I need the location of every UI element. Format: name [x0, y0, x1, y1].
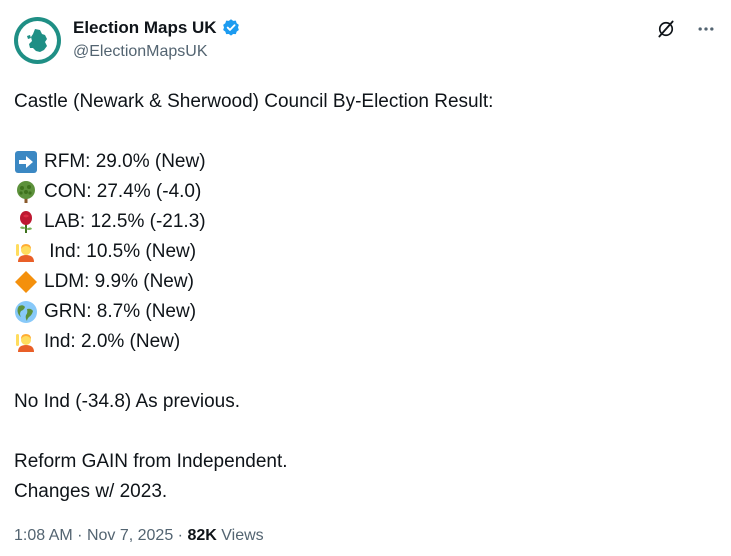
meta-separator: · — [77, 527, 83, 544]
result-text: Ind: 10.5% (New) — [44, 241, 197, 262]
result-line: LDM: 9.9% (New) — [14, 267, 714, 297]
headline: Castle (Newark & Sherwood) Council By-El… — [14, 91, 494, 112]
arrow-right-emoji — [14, 150, 38, 174]
result-text: GRN: 8.7% (New) — [44, 301, 197, 322]
more-icon[interactable] — [695, 18, 717, 40]
person-raising-hand-emoji — [14, 330, 38, 354]
orange-diamond-emoji — [14, 270, 38, 294]
tree-emoji — [14, 180, 38, 204]
note-text: No Ind (-34.8) As previous. — [14, 391, 240, 412]
tweet-time[interactable]: 1:08 AM — [14, 527, 73, 544]
tweet-meta: 1:08 AM · Nov 7, 2025 · 82K Views — [14, 527, 264, 545]
result-line: Ind: 2.0% (New) — [14, 327, 714, 357]
gain-text: Reform GAIN from Independent. — [14, 451, 288, 472]
result-line: GRN: 8.7% (New) — [14, 297, 714, 327]
result-text: Ind: 2.0% (New) — [44, 331, 181, 352]
display-name[interactable]: Election Maps UK — [73, 18, 217, 38]
meta-separator: · — [177, 527, 183, 544]
rose-emoji — [14, 210, 38, 234]
result-text: LDM: 9.9% (New) — [44, 271, 194, 292]
result-line: LAB: 12.5% (-21.3) — [14, 207, 714, 237]
tweet-date[interactable]: Nov 7, 2025 — [87, 527, 173, 544]
result-text: CON: 27.4% (-4.0) — [44, 181, 202, 202]
result-line: RFM: 29.0% (New) — [14, 147, 714, 177]
author-name-row[interactable]: Election Maps UK — [73, 18, 241, 38]
handle[interactable]: @ElectionMapsUK — [73, 43, 208, 61]
globe-emoji — [14, 300, 38, 324]
result-text: RFM: 29.0% (New) — [44, 151, 206, 172]
person-raising-hand-emoji — [14, 240, 38, 264]
result-line: Ind: 10.5% (New) — [14, 237, 714, 267]
map-logo-icon — [18, 21, 57, 60]
views-label: Views — [221, 527, 264, 544]
result-text: LAB: 12.5% (-21.3) — [44, 211, 206, 232]
avatar[interactable] — [14, 17, 61, 64]
views-count[interactable]: 82K — [187, 527, 216, 544]
result-line: CON: 27.4% (-4.0) — [14, 177, 714, 207]
tweet-text: Castle (Newark & Sherwood) Council By-El… — [14, 87, 714, 507]
grok-icon[interactable] — [655, 18, 677, 40]
verified-badge-icon[interactable] — [221, 18, 241, 38]
changes-text: Changes w/ 2023. — [14, 481, 168, 502]
top-actions — [655, 18, 717, 40]
tweet: Election Maps UK @ElectionMapsUK Castle — [0, 0, 731, 556]
